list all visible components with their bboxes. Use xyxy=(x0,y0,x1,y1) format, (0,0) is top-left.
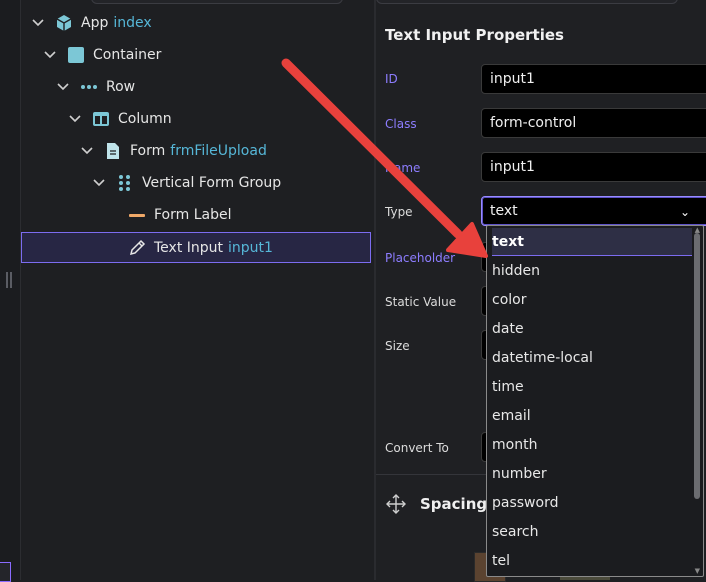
dots-icon xyxy=(81,85,97,89)
component-tree: App index Container Row Column Form frmFil… xyxy=(21,0,376,580)
dropdown-option[interactable]: date xyxy=(492,315,692,342)
dropdown-option[interactable]: text xyxy=(492,228,692,256)
columns-icon xyxy=(93,112,109,126)
resize-grip[interactable] xyxy=(6,272,12,288)
left-strip xyxy=(0,0,21,582)
tree-node-text-input[interactable]: Text Input input1 xyxy=(21,232,371,263)
placeholder-label: Placeholder xyxy=(385,251,456,265)
square-icon xyxy=(68,47,84,63)
chevron-down-icon[interactable] xyxy=(92,176,106,190)
dropdown-option[interactable]: search xyxy=(492,518,692,545)
id-value: input1 xyxy=(490,71,535,87)
tree-node-vertical-form-group[interactable]: Vertical Form Group xyxy=(92,170,281,196)
convert-to-label: Convert To xyxy=(385,441,449,455)
tree-node-label: Column xyxy=(118,111,172,127)
class-input[interactable]: form-control xyxy=(481,108,706,138)
class-label: Class xyxy=(385,117,417,131)
dropdown-option-label: hidden xyxy=(492,262,541,279)
chevron-down-icon[interactable] xyxy=(31,16,45,30)
tree-node-label: Text Input xyxy=(154,239,224,256)
dash-icon xyxy=(129,214,145,217)
tree-node-ref: input1 xyxy=(228,239,273,256)
dropdown-option-label: search xyxy=(492,523,539,540)
panel-title: Text Input Properties xyxy=(385,26,564,44)
dropdown-option[interactable]: month xyxy=(492,431,692,458)
tree-node-form[interactable]: Form frmFileUpload xyxy=(80,138,267,164)
section-divider xyxy=(376,474,486,475)
corner-tab[interactable] xyxy=(0,562,11,582)
dropdown-option-label: email xyxy=(492,407,531,424)
dropdown-option[interactable]: tel xyxy=(492,547,692,574)
tree-node-ref: index xyxy=(113,15,152,31)
move-icon xyxy=(386,494,406,514)
chevron-down-icon[interactable] xyxy=(80,144,94,158)
tree-node-label: Form xyxy=(130,143,166,159)
panel-topbar xyxy=(376,0,678,4)
type-select[interactable]: text ⌄ xyxy=(481,196,706,226)
chevron-down-icon[interactable] xyxy=(43,48,57,62)
tree-node-form-label[interactable]: Form Label xyxy=(128,202,232,228)
type-label: Type xyxy=(385,205,413,219)
dropdown-option[interactable]: hidden xyxy=(492,257,692,284)
tree-node-label: Container xyxy=(93,47,162,63)
chevron-down-icon[interactable]: ⌄ xyxy=(680,205,690,219)
dropdown-option-label: password xyxy=(492,494,559,511)
name-label: Name xyxy=(385,161,421,175)
cube-icon xyxy=(56,15,72,31)
spacing-section-header[interactable]: Spacing xyxy=(386,494,487,514)
tree-node-label: Form Label xyxy=(154,207,232,223)
id-input[interactable]: input1 xyxy=(481,64,706,94)
type-value: text xyxy=(490,203,518,219)
pencil-icon xyxy=(129,239,146,255)
size-label: Size xyxy=(385,339,410,353)
type-dropdown-list[interactable]: text hidden color date datetime-local ti… xyxy=(486,225,704,577)
dropdown-option[interactable]: datetime-local xyxy=(492,344,692,371)
tree-node-label: App xyxy=(81,15,109,31)
dropdown-scrollbar[interactable] xyxy=(694,233,700,499)
id-label: ID xyxy=(385,72,398,86)
tree-node-ref: frmFileUpload xyxy=(170,143,267,159)
document-icon xyxy=(107,143,119,159)
class-value: form-control xyxy=(490,115,577,131)
tree-node-container[interactable]: Container xyxy=(43,42,161,68)
dropdown-option-label: number xyxy=(492,465,547,482)
dropdown-option[interactable]: email xyxy=(492,402,692,429)
dropdown-option-label: text xyxy=(492,233,524,250)
scroll-down-icon[interactable]: ▼ xyxy=(695,567,700,575)
dropdown-option-label: color xyxy=(492,291,527,308)
tree-topbar xyxy=(91,0,343,4)
chevron-down-icon[interactable] xyxy=(68,112,82,126)
dropdown-option[interactable]: number xyxy=(492,460,692,487)
dropdown-option[interactable]: time xyxy=(492,373,692,400)
spacing-label: Spacing xyxy=(420,495,488,513)
dropdown-option-label: month xyxy=(492,436,538,453)
tree-node-app[interactable]: App index xyxy=(31,10,152,36)
dropdown-option-label: date xyxy=(492,320,524,337)
dropdown-option[interactable]: color xyxy=(492,286,692,313)
dropdown-option[interactable]: password xyxy=(492,489,692,516)
tree-node-column[interactable]: Column xyxy=(68,106,172,132)
dropdown-option-label: time xyxy=(492,378,524,395)
grid-dots-icon xyxy=(119,175,130,191)
name-value: input1 xyxy=(490,159,535,175)
name-input[interactable]: input1 xyxy=(481,152,706,182)
dropdown-option-label: tel xyxy=(492,552,510,569)
tree-node-row[interactable]: Row xyxy=(56,74,135,100)
dropdown-option-label: datetime-local xyxy=(492,349,593,366)
tree-node-label: Row xyxy=(106,79,136,95)
chevron-down-icon[interactable] xyxy=(56,80,70,94)
static-value-label: Static Value xyxy=(385,295,457,309)
tree-node-label: Vertical Form Group xyxy=(142,175,282,191)
